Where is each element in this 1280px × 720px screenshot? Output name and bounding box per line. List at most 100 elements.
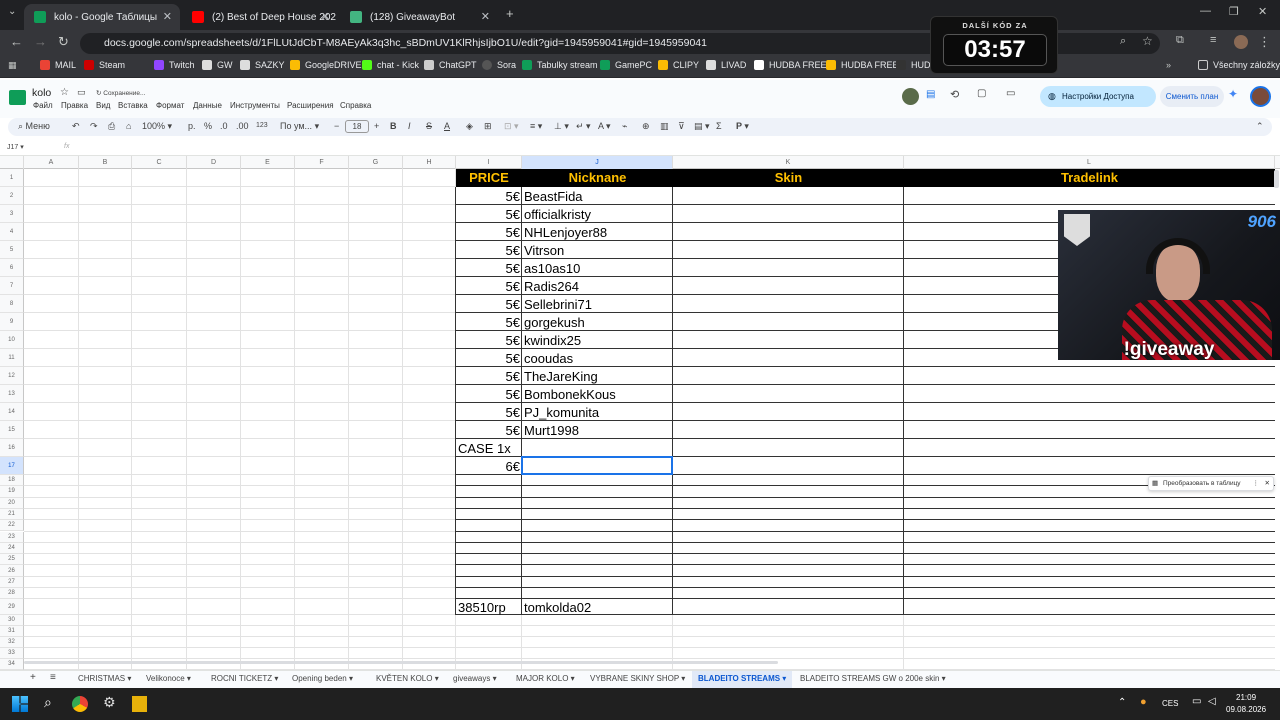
row-header[interactable]: 28 (0, 588, 24, 600)
nickname-cell[interactable]: PJ_komunita (522, 403, 673, 421)
collaborator-avatar[interactable] (902, 88, 919, 105)
sheet-tab-kveten[interactable]: KVĚTEN KOLO ▾ (376, 674, 439, 683)
price-cell[interactable]: 38510rp (456, 599, 522, 615)
row-header[interactable]: 9 (0, 313, 24, 331)
collapse-toolbar-icon[interactable]: ⌃ (1256, 121, 1264, 132)
comments-icon[interactable]: ▢ (977, 88, 986, 99)
paint-format-icon[interactable]: ⌂ (126, 121, 131, 131)
column-header-g[interactable]: G (349, 156, 403, 169)
profile-avatar[interactable] (1234, 35, 1248, 49)
price-cell[interactable]: 5€ (456, 295, 522, 313)
row-header[interactable]: 4 (0, 223, 24, 241)
vertical-scrollbar[interactable] (1274, 170, 1279, 188)
add-sheet-icon[interactable]: + (30, 672, 36, 683)
sheet-tab-opening[interactable]: Opening beden ▾ (292, 674, 353, 683)
nickname-cell[interactable]: gorgekush (522, 313, 673, 331)
slides-icon[interactable]: ▤ (926, 89, 935, 100)
price-cell[interactable]: 5€ (456, 331, 522, 349)
bookmark-sora[interactable]: Sora (482, 60, 516, 70)
menu-file[interactable]: Файл (33, 101, 53, 110)
forward-icon[interactable]: → (34, 34, 47, 49)
nickname-cell[interactable]: cooudas (522, 349, 673, 367)
sheet-tab-velikonoce[interactable]: Velikonoce ▾ (146, 674, 191, 683)
row-header[interactable]: 34 (0, 659, 24, 671)
row-header[interactable]: 5 (0, 241, 24, 259)
bookmark-hudba-2[interactable]: HUDBA FREE (826, 60, 899, 70)
select-all-corner[interactable] (0, 156, 24, 169)
formula-input[interactable] (76, 140, 1276, 155)
price-cell[interactable]: 5€ (456, 385, 522, 403)
decrease-decimal[interactable]: .0 (220, 121, 228, 131)
comment-icon[interactable]: ⊕ (642, 121, 650, 132)
row-header[interactable]: 25 (0, 554, 24, 566)
row-header[interactable]: 16 (0, 439, 24, 457)
text-color-icon[interactable]: A (444, 121, 450, 131)
back-icon[interactable]: ← (10, 34, 23, 49)
sheets-logo-icon[interactable] (9, 90, 26, 105)
row-header[interactable]: 33 (0, 648, 24, 660)
bookmark-gw[interactable]: GW (202, 60, 233, 70)
nickname-cell[interactable]: Radis264 (522, 277, 673, 295)
sheet-tab-shop[interactable]: VYBRANE SKINY SHOP ▾ (590, 674, 685, 683)
mic-icon[interactable]: ● (1140, 696, 1147, 708)
row-header[interactable]: 10 (0, 331, 24, 349)
valign-icon[interactable]: ⊥ ▾ (554, 121, 569, 132)
menu-dots-icon[interactable]: ⋮ (1258, 34, 1271, 50)
price-cell[interactable]: 5€ (456, 367, 522, 385)
minimize-icon[interactable]: — (1200, 5, 1211, 17)
apps-grid-icon[interactable]: ▦ (8, 60, 17, 71)
percent-format[interactable]: % (204, 121, 212, 131)
bookmark-livad[interactable]: LIVAD (706, 60, 746, 70)
app-icon[interactable] (132, 696, 147, 712)
bookmark-hudba-1[interactable]: HUDBA FREE (754, 60, 827, 70)
header-cell-nick[interactable]: Nicknane (522, 169, 673, 187)
account-avatar[interactable] (1250, 86, 1271, 107)
menu-tools[interactable]: Инструменты (230, 101, 280, 110)
row-header[interactable]: 18 (0, 475, 24, 487)
window-close-icon[interactable]: ✕ (1258, 5, 1267, 18)
functions-icon[interactable]: Σ (716, 121, 722, 131)
bookmark-kick[interactable]: chat - Kick (362, 60, 419, 70)
bookmark-twitch[interactable]: Twitch (154, 60, 195, 70)
meet-icon[interactable]: ▭ (1006, 88, 1015, 99)
column-header-c[interactable]: C (132, 156, 187, 169)
clock-time[interactable]: 21:09 (1236, 693, 1256, 702)
row-header[interactable]: 19 (0, 486, 24, 498)
increase-decimal[interactable]: .00 (236, 121, 249, 131)
column-header-h[interactable]: H (403, 156, 456, 169)
tab-kolo[interactable]: kolo - Google Таблицы ✕ (24, 4, 180, 30)
align-icon[interactable]: ≡ ▾ (530, 121, 542, 132)
sheet-tab-bladeito-gw[interactable]: BLADEITO STREAMS GW o 200e skin ▾ (800, 674, 946, 683)
star-icon[interactable]: ☆ (60, 87, 69, 98)
sheet-tab-bladeito-active[interactable]: BLADEITO STREAMS ▾ (692, 671, 793, 688)
close-icon[interactable]: ✕ (163, 10, 172, 23)
row-header[interactable]: 3 (0, 205, 24, 223)
header-cell-price[interactable]: PRICE (456, 169, 522, 187)
bookmark-googledrive[interactable]: GoogleDRIVE (290, 60, 362, 70)
sheet-tab-giveaways[interactable]: giveaways ▾ (453, 674, 497, 683)
nickname-cell[interactable]: BombonekKous (522, 385, 673, 403)
price-cell[interactable]: 5€ (456, 349, 522, 367)
row-header[interactable]: 6 (0, 259, 24, 277)
tray-chevron-icon[interactable]: ⌃ (1118, 697, 1126, 708)
row-header[interactable]: 14 (0, 403, 24, 421)
currency-format[interactable]: р. (188, 121, 196, 131)
header-cell-skin[interactable]: Skin (673, 169, 904, 187)
column-header-a[interactable]: A (24, 156, 79, 169)
popup-close-icon[interactable]: ✕ (1265, 477, 1270, 491)
history-icon[interactable]: ⟲ (950, 88, 959, 101)
price-cell[interactable]: 5€ (456, 205, 522, 223)
column-header-k[interactable]: K (673, 156, 904, 169)
header-cell-trade[interactable]: Tradelink (904, 169, 1275, 187)
menu-help[interactable]: Справка (340, 101, 371, 110)
tab-giveawaybot[interactable]: (128) GiveawayBot ✕ (340, 4, 498, 30)
network-icon[interactable]: ▭ (1192, 696, 1201, 707)
menu-extensions[interactable]: Расширения (287, 101, 334, 110)
language-indicator[interactable]: CES (1162, 699, 1178, 708)
fill-color-icon[interactable]: ◈ (466, 121, 473, 132)
borders-icon[interactable]: ⊞ (484, 121, 492, 132)
row-header[interactable]: 12 (0, 367, 24, 385)
selected-cell-j17[interactable] (521, 456, 673, 475)
sheet-tab-major[interactable]: MAJOR KOLO ▾ (516, 674, 575, 683)
price-cell[interactable]: 6€ (456, 457, 522, 475)
